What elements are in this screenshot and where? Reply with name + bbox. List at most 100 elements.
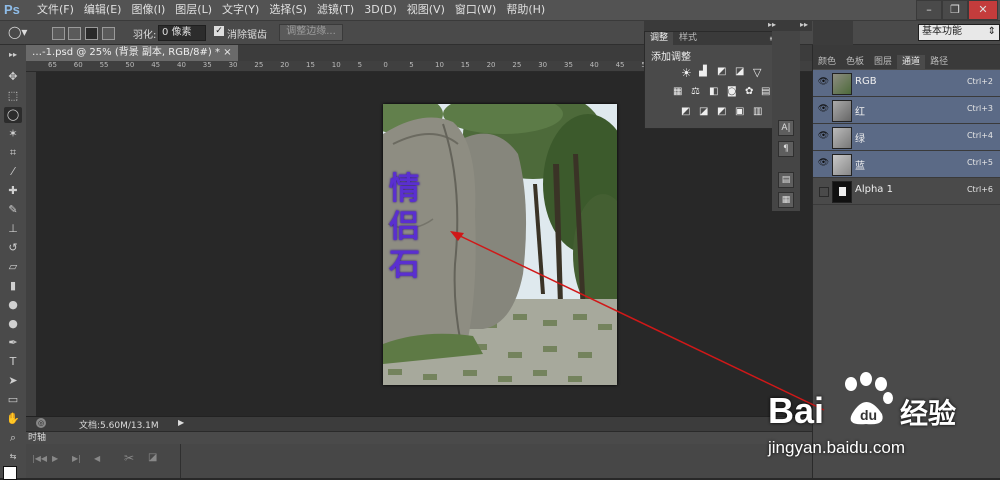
play-icon[interactable]: ▶ xyxy=(52,454,58,463)
channel-row-rgb[interactable]: 👁 RGB Ctrl+2 xyxy=(813,70,1000,97)
exposure-icon[interactable]: ◪ xyxy=(735,66,744,77)
channel-mixer-icon[interactable]: ✿ xyxy=(745,86,753,97)
black-white-icon[interactable]: ◧ xyxy=(709,86,718,97)
path-select-tool-icon[interactable]: ➤ xyxy=(4,373,22,389)
photo-filter-icon[interactable]: ◙ xyxy=(727,86,737,97)
channel-thumbnail xyxy=(832,181,852,203)
audio-icon[interactable]: ◀ xyxy=(94,454,100,463)
brightness-icon[interactable]: ☀ xyxy=(681,66,692,80)
channel-row-blue[interactable]: 👁 蓝 Ctrl+5 xyxy=(813,151,1000,178)
tab-adjustments[interactable]: 调整 xyxy=(645,32,674,45)
tab-paths[interactable]: 路径 xyxy=(925,55,953,69)
levels-icon[interactable]: ▟ xyxy=(699,66,707,77)
close-tab-icon[interactable]: × xyxy=(223,47,231,58)
antialias-label: 消除锯齿 xyxy=(227,30,267,41)
shape-tool-icon[interactable]: ▭ xyxy=(4,392,22,408)
dodge-tool-icon[interactable]: ● xyxy=(4,316,22,332)
visibility-eye-icon[interactable]: 👁 xyxy=(817,103,830,116)
zoom-icon[interactable]: ◎ xyxy=(36,418,46,428)
workspace-select[interactable]: 基本功能 ⇕ xyxy=(918,24,1000,41)
visibility-eye-icon[interactable]: 👁 xyxy=(817,76,830,89)
color-lookup-icon[interactable]: ▤ xyxy=(761,86,770,97)
document-size-status: 文档:5.60M/13.1M xyxy=(79,421,159,431)
status-menu-arrow-icon[interactable]: ▶ xyxy=(178,418,184,427)
refine-edge-button[interactable]: 调整边缘... xyxy=(279,24,343,41)
healing-tool-icon[interactable]: ✚ xyxy=(4,183,22,199)
brush-tool-icon[interactable]: ✎ xyxy=(4,202,22,218)
curves-icon[interactable]: ◩ xyxy=(717,66,726,77)
first-frame-icon[interactable]: |◀◀ xyxy=(32,454,47,463)
paragraph-panel-icon[interactable]: ¶ xyxy=(778,141,794,157)
next-frame-icon[interactable]: ▶| xyxy=(72,454,81,463)
magic-wand-tool-icon[interactable]: ✶ xyxy=(4,126,22,142)
menu-select[interactable]: 选择(S) xyxy=(264,0,312,20)
crop-tool-icon[interactable]: ⌗ xyxy=(4,145,22,161)
vibrance-icon[interactable]: ▽ xyxy=(753,66,761,79)
expand-panels-icon[interactable]: ▸▸ xyxy=(768,20,776,29)
new-selection-icon[interactable] xyxy=(52,27,65,40)
hand-tool-icon[interactable]: ✋ xyxy=(4,411,22,427)
tab-color[interactable]: 颜色 xyxy=(813,55,841,69)
menu-type[interactable]: 文字(Y) xyxy=(217,0,264,20)
intersect-selection-icon[interactable] xyxy=(102,27,115,40)
character-panel-icon[interactable]: A| xyxy=(778,120,794,136)
document-tab[interactable]: …-1.psd @ 25% (背景 副本, RGB/8#) * × xyxy=(26,45,238,61)
move-tool-icon[interactable]: ✥ xyxy=(4,69,22,85)
collapse-panels-icon[interactable]: ▸▸ xyxy=(800,20,808,29)
gradient-tool-icon[interactable]: ▮ xyxy=(4,278,22,294)
channel-row-alpha[interactable]: Alpha 1 Ctrl+6 xyxy=(813,178,1000,205)
tab-layers[interactable]: 图层 xyxy=(869,55,897,69)
split-icon[interactable]: ✂ xyxy=(124,451,134,465)
tab-channels[interactable]: 通道 xyxy=(897,55,926,69)
type-tool-icon[interactable]: T xyxy=(4,354,22,370)
gradient-map-icon[interactable]: ▥ xyxy=(753,106,762,117)
swap-colors-icon[interactable]: ⇆ xyxy=(4,449,22,465)
visibility-eye-icon[interactable]: 👁 xyxy=(817,157,830,170)
channel-thumbnail xyxy=(832,100,852,122)
blur-tool-icon[interactable]: ● xyxy=(4,297,22,313)
marquee-tool-icon[interactable]: ⬚ xyxy=(4,88,22,104)
lasso-preset-icon[interactable]: ◯▾ xyxy=(8,25,34,39)
menu-image[interactable]: 图像(I) xyxy=(126,0,170,20)
lasso-tool-icon[interactable]: ◯ xyxy=(4,107,22,123)
channels-tabs: 颜色 色板 图层 通道 路径 xyxy=(813,55,1000,69)
menu-window[interactable]: 窗口(W) xyxy=(450,0,501,20)
minimize-button[interactable]: – xyxy=(916,0,942,20)
channel-row-green[interactable]: 👁 绿 Ctrl+4 xyxy=(813,124,1000,151)
menu-3d[interactable]: 3D(D) xyxy=(359,0,402,20)
visibility-eye-icon[interactable]: 👁 xyxy=(817,130,830,143)
eyedropper-tool-icon[interactable]: ⁄ xyxy=(4,164,22,180)
selective-color-icon[interactable]: ▣ xyxy=(735,106,744,117)
add-selection-icon[interactable] xyxy=(68,27,81,40)
hue-saturation-icon[interactable]: ▦ xyxy=(673,86,682,97)
stamp-tool-icon[interactable]: ⊥ xyxy=(4,221,22,237)
menu-view[interactable]: 视图(V) xyxy=(402,0,450,20)
collapse-tools-icon[interactable]: ▸▸ xyxy=(4,47,22,63)
info-panel-icon[interactable]: ▦ xyxy=(778,192,794,208)
antialias-checkbox[interactable]: ✓ xyxy=(214,26,224,36)
tab-styles[interactable]: 样式 xyxy=(679,32,697,45)
threshold-icon[interactable]: ◩ xyxy=(717,106,726,117)
channel-shortcut: Ctrl+3 xyxy=(966,104,993,113)
invert-icon[interactable]: ◩ xyxy=(681,106,690,117)
channel-row-red[interactable]: 👁 红 Ctrl+3 xyxy=(813,97,1000,124)
close-window-button[interactable]: ✕ xyxy=(968,0,998,20)
histogram-panel-icon[interactable]: ▤ xyxy=(778,172,794,188)
color-balance-icon[interactable]: ⚖ xyxy=(691,86,700,97)
tab-swatches[interactable]: 色板 xyxy=(841,55,869,69)
menu-file[interactable]: 文件(F) xyxy=(32,0,79,20)
menu-help[interactable]: 帮助(H) xyxy=(501,0,550,20)
visibility-toggle[interactable] xyxy=(819,187,829,197)
menu-filter[interactable]: 滤镜(T) xyxy=(312,0,359,20)
posterize-icon[interactable]: ◪ xyxy=(699,106,708,117)
transition-icon[interactable]: ◪ xyxy=(148,452,157,463)
menu-layer[interactable]: 图层(L) xyxy=(170,0,217,20)
menu-edit[interactable]: 编辑(E) xyxy=(79,0,127,20)
subtract-selection-icon[interactable] xyxy=(85,27,98,40)
history-brush-icon[interactable]: ↺ xyxy=(4,240,22,256)
feather-input[interactable]: 0 像素 xyxy=(158,25,206,41)
restore-button[interactable]: ❐ xyxy=(942,0,968,20)
pen-tool-icon[interactable]: ✒ xyxy=(4,335,22,351)
eraser-tool-icon[interactable]: ▱ xyxy=(4,259,22,275)
zoom-tool-icon[interactable]: ⌕ xyxy=(4,430,22,446)
